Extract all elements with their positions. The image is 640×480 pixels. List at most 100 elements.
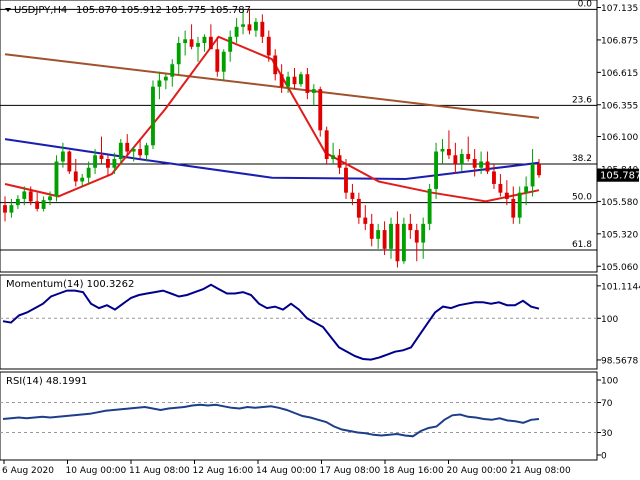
time-tick-label: 6 Aug 2020 (2, 466, 54, 476)
candle-body (151, 86, 155, 146)
candle-body (382, 230, 387, 249)
time-tick-label: 21 Aug 08:00 (510, 466, 571, 476)
price-tick-label: 105.060 (601, 263, 638, 273)
candle-body (9, 205, 14, 213)
momentum-tick-label: 101.1144 (601, 282, 640, 292)
candle-body (99, 155, 104, 160)
candle-body (196, 43, 200, 47)
momentum-title: Momentum(14) 100.3262 (6, 279, 134, 290)
fib-label: 38.2 (572, 154, 592, 164)
candle-body (54, 161, 59, 197)
candle-body (305, 74, 310, 93)
current-price-tag: 105.787 (597, 168, 640, 182)
candle-body (93, 155, 98, 168)
time-tick-label: 12 Aug 16:00 (193, 466, 254, 476)
candle-body (234, 26, 239, 37)
price-tick-label: 105.580 (601, 198, 638, 208)
candle-body (260, 21, 265, 37)
candle-body (408, 223, 413, 231)
candle-body (498, 183, 503, 193)
price-tick-label: 106.615 (601, 69, 638, 79)
candle-body (112, 159, 117, 168)
candle-body (427, 188, 432, 224)
candle-body (331, 155, 336, 160)
candle-body (266, 36, 271, 56)
candle-body (22, 191, 27, 199)
candle-body (479, 161, 484, 168)
candle-body (492, 171, 496, 184)
candle-body (138, 149, 143, 156)
rsi-tick-label: 30 (601, 429, 613, 439)
candle-body (389, 223, 393, 249)
momentum-tick-label: 100 (601, 315, 618, 325)
candle-body (485, 161, 490, 172)
trading-chart[interactable]: 0.0 23.6 38.2 50.0 61.8 107.135 106.875 106.61… (0, 0, 640, 480)
rsi-title: RSI(14) 48.1991 (6, 376, 87, 387)
candle-body (376, 230, 381, 239)
symbol-timeframe: USDJPY,H4 (14, 5, 67, 16)
time-tick-label: 14 Aug 00:00 (256, 466, 317, 476)
candle-body (453, 155, 458, 164)
candle-body (466, 154, 471, 160)
candle-body (80, 177, 85, 182)
fib-label: 50.0 (572, 193, 592, 203)
fib-label: 61.8 (572, 240, 592, 250)
candle-body (472, 159, 477, 168)
candle-body (363, 217, 368, 224)
candle-body (286, 76, 291, 87)
candle-body (170, 64, 175, 77)
current-price-label: 105.787 (600, 171, 640, 182)
candle-body (299, 74, 303, 85)
candle-body (401, 223, 406, 262)
candle-body (356, 198, 361, 218)
rsi-tick-label: 70 (601, 399, 613, 409)
candle-body (440, 149, 445, 152)
time-tick-label: 20 Aug 00:00 (447, 466, 508, 476)
time-tick-label: 11 Aug 08:00 (129, 466, 190, 476)
candle-body (183, 39, 188, 44)
time-tick-label: 18 Aug 16:00 (383, 466, 444, 476)
candle-body (511, 198, 516, 218)
candle-body (67, 151, 72, 172)
candle-body (517, 192, 522, 218)
candle-body (241, 24, 245, 27)
price-tick-label: 106.355 (601, 101, 638, 111)
candle-body (86, 167, 91, 178)
candle-body (144, 145, 149, 156)
chart-header: USDJPY,H4 105.870 105.912 105.775 105.78… (5, 5, 251, 16)
time-tick-label: 17 Aug 08:00 (320, 466, 381, 476)
candle-body (414, 230, 419, 243)
candle-body (524, 186, 529, 193)
price-axis: 107.135106.875106.615106.355106.100105.8… (597, 4, 638, 273)
candle-body (337, 155, 342, 168)
rsi-tick-label: 0 (601, 452, 607, 462)
ohlc-values: 105.870 105.912 105.775 105.787 (76, 5, 251, 16)
candle-body (157, 80, 162, 87)
price-tick-label: 105.320 (601, 230, 638, 240)
momentum-tick-label: 98.5678 (601, 356, 638, 366)
candle-body (28, 191, 33, 202)
candle-body (446, 149, 451, 156)
candle-body (60, 151, 65, 162)
candle-body (273, 55, 278, 75)
price-tick-label: 106.875 (601, 36, 638, 46)
candle-body (395, 223, 400, 262)
candle-body (125, 142, 130, 152)
candle-body (318, 89, 323, 131)
candle-body (208, 36, 213, 50)
candle-body (537, 164, 541, 176)
candle-body (504, 192, 509, 199)
candle-body (279, 74, 284, 87)
candle-body (350, 192, 355, 199)
candle-body (35, 201, 40, 209)
candle-body (530, 164, 535, 187)
candle-body (215, 49, 220, 72)
candle-body (15, 198, 20, 206)
candle-body (421, 223, 426, 243)
candle-body (163, 76, 168, 81)
candle-body (41, 200, 46, 209)
candle-body (118, 142, 123, 160)
candle-body (131, 149, 136, 152)
time-tick-label: 10 Aug 00:00 (66, 466, 127, 476)
candle-body (48, 196, 52, 201)
